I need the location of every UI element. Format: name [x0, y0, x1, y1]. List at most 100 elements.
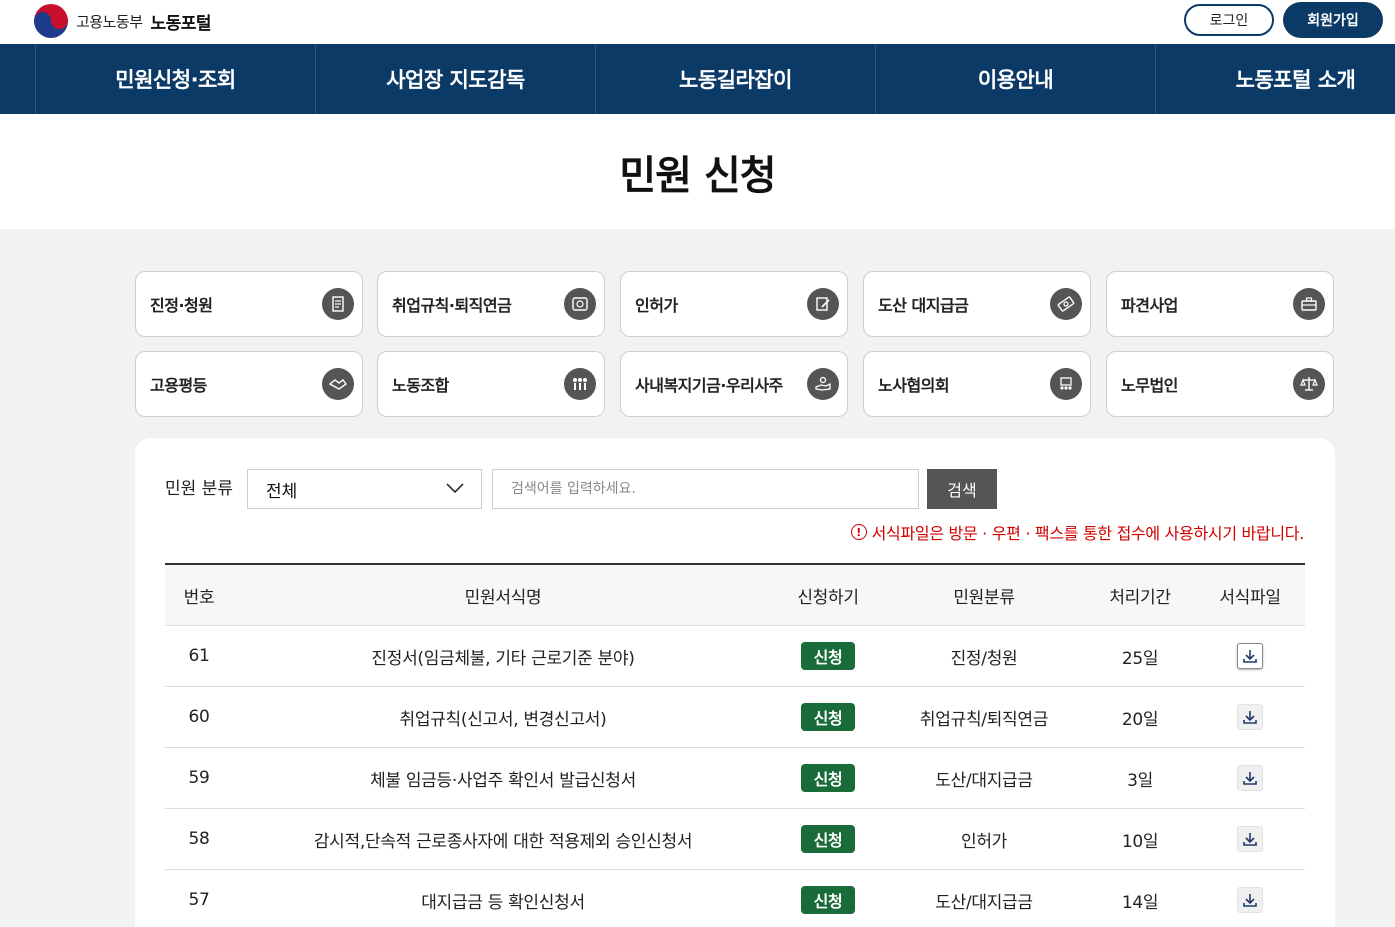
category-label: 노무법인 [1121, 376, 1178, 395]
row-period: 3일 [1127, 770, 1153, 791]
title-band: 민원 신청 [0, 114, 1395, 229]
money-document-icon [564, 288, 596, 320]
portal-name: 노동포털 [150, 13, 212, 34]
briefcase-icon [1293, 288, 1325, 320]
header-apply: 신청하기 [797, 587, 859, 608]
category-labor-law-firm[interactable]: 노무법인 [1106, 351, 1334, 417]
category-label: 고용평등 [150, 376, 207, 395]
page-title: 민원 신청 [619, 152, 776, 199]
row-category: 인허가 [960, 831, 1008, 852]
row-name: 진정서(임금체불, 기타 근로기준 분야) [371, 648, 635, 669]
row-period: 14일 [1121, 892, 1159, 913]
nav-item-usage-guide[interactable]: 이용안내 [875, 44, 1155, 114]
apply-button[interactable]: 신청 [801, 886, 855, 914]
apply-button[interactable]: 신청 [801, 825, 855, 853]
download-button[interactable] [1237, 887, 1263, 913]
download-button[interactable] [1237, 826, 1263, 852]
table-row: 60 취업규칙(신고서, 변경신고서) 신청 취업규칙/퇴직연금 20일 [165, 687, 1305, 748]
search-button[interactable]: 검색 [927, 469, 997, 509]
category-dispatch-business[interactable]: 파견사업 [1106, 271, 1334, 337]
apply-button[interactable]: 신청 [801, 764, 855, 792]
cash-icon [1050, 288, 1082, 320]
login-button[interactable]: 로그인 [1184, 4, 1274, 36]
row-name: 취업규칙(신고서, 변경신고서) [399, 709, 607, 730]
download-icon [1243, 894, 1257, 907]
download-icon [1243, 650, 1257, 663]
handshake-icon [322, 368, 354, 400]
table-row: 57 대지급금 등 확인신청서 신청 도산/대지급금 14일 [165, 870, 1305, 927]
header-category: 민원분류 [953, 587, 1015, 608]
main-nav: 민원신청·조회 사업장 지도감독 노동길라잡이 이용안내 노동포털 소개 [0, 44, 1395, 114]
row-no: 61 [188, 646, 210, 666]
category-label: 노사협의회 [878, 376, 950, 395]
top-header: 고용노동부 노동포털 로그인 회원가입 [0, 0, 1395, 44]
row-category: 진정/청원 [950, 648, 1018, 669]
row-no: 58 [188, 829, 210, 849]
row-category: 도산/대지급금 [935, 892, 1033, 913]
category-welfare-fund[interactable]: 사내복지기금·우리사주 [620, 351, 848, 417]
header-period: 처리기간 [1109, 587, 1171, 608]
download-icon [1243, 772, 1257, 785]
hand-coin-icon [807, 368, 839, 400]
approval-pen-icon [807, 288, 839, 320]
category-petition[interactable]: 진정·청원 [135, 271, 363, 337]
download-button[interactable] [1237, 765, 1263, 791]
taegeuk-logo-icon [34, 4, 68, 38]
notice: ! 서식파일은 방문 · 우편 · 팩스를 통한 접수에 사용하시기 바랍니다. [850, 520, 1305, 544]
row-no: 59 [188, 768, 210, 788]
category-employment-equality[interactable]: 고용평등 [135, 351, 363, 417]
category-select[interactable]: 전체 [247, 469, 482, 509]
row-period: 25일 [1121, 648, 1159, 669]
search-input[interactable] [492, 469, 919, 509]
people-group-icon [564, 368, 596, 400]
table-row: 58 감시적,단속적 근로종사자에 대한 적용제외 승인신청서 신청 인허가 1… [165, 809, 1305, 870]
notice-text: 서식파일은 방문 · 우편 · 팩스를 통한 접수에 사용하시기 바랍니다. [871, 524, 1305, 543]
meeting-icon [1050, 368, 1082, 400]
row-period: 10일 [1121, 831, 1159, 852]
nav-item-civil-complaint[interactable]: 민원신청·조회 [35, 44, 315, 114]
row-no: 60 [188, 707, 210, 727]
category-labor-council[interactable]: 노사협의회 [863, 351, 1091, 417]
filter-label: 민원 분류 [165, 479, 233, 499]
download-icon [1243, 833, 1257, 846]
category-label: 사내복지기금·우리사주 [635, 376, 783, 395]
row-category: 취업규칙/퇴직연금 [919, 709, 1049, 730]
header-name: 민원서식명 [464, 587, 542, 608]
category-bankruptcy-payment[interactable]: 도산 대지급금 [863, 271, 1091, 337]
download-button[interactable] [1237, 643, 1263, 669]
category-work-rules[interactable]: 취업규칙·퇴직연금 [377, 271, 605, 337]
site-logo[interactable]: 고용노동부 노동포털 [34, 4, 212, 38]
table-header: 번호 민원서식명 신청하기 민원분류 처리기간 서식파일 [165, 563, 1305, 626]
row-name: 대지급금 등 확인신청서 [421, 892, 585, 913]
category-licensing[interactable]: 인허가 [620, 271, 848, 337]
category-label: 노동조합 [392, 376, 449, 395]
nav-item-portal-intro[interactable]: 노동포털 소개 [1155, 44, 1395, 114]
download-icon [1243, 711, 1257, 724]
scales-icon [1293, 368, 1325, 400]
row-name: 감시적,단속적 근로종사자에 대한 적용제외 승인신청서 [313, 831, 693, 852]
chevron-down-icon [445, 479, 465, 499]
category-labor-union[interactable]: 노동조합 [377, 351, 605, 417]
apply-button[interactable]: 신청 [801, 642, 855, 670]
nav-item-workplace-inspection[interactable]: 사업장 지도감독 [315, 44, 595, 114]
table-row: 61 진정서(임금체불, 기타 근로기준 분야) 신청 진정/청원 25일 [165, 626, 1305, 687]
alert-icon: ! [850, 524, 867, 540]
header-file: 서식파일 [1219, 587, 1281, 608]
row-name: 체불 임금등·사업주 확인서 발급신청서 [370, 770, 636, 791]
row-category: 도산/대지급금 [935, 770, 1033, 791]
apply-button[interactable]: 신청 [801, 703, 855, 731]
download-button[interactable] [1237, 704, 1263, 730]
category-label: 파견사업 [1121, 296, 1178, 315]
table-row: 59 체불 임금등·사업주 확인서 발급신청서 신청 도산/대지급금 3일 [165, 748, 1305, 809]
nav-item-labor-guide[interactable]: 노동길라잡이 [595, 44, 875, 114]
category-label: 도산 대지급금 [878, 296, 969, 315]
form-table: 번호 민원서식명 신청하기 민원분류 처리기간 서식파일 61 진정서(임금체불… [165, 563, 1305, 927]
select-value: 전체 [266, 481, 298, 502]
category-label: 진정·청원 [150, 296, 213, 315]
row-period: 20일 [1121, 709, 1159, 730]
ministry-name: 고용노동부 [76, 12, 143, 31]
join-button[interactable]: 회원가입 [1283, 2, 1383, 38]
header-no: 번호 [183, 587, 215, 608]
category-label: 취업규칙·퇴직연금 [392, 296, 512, 315]
